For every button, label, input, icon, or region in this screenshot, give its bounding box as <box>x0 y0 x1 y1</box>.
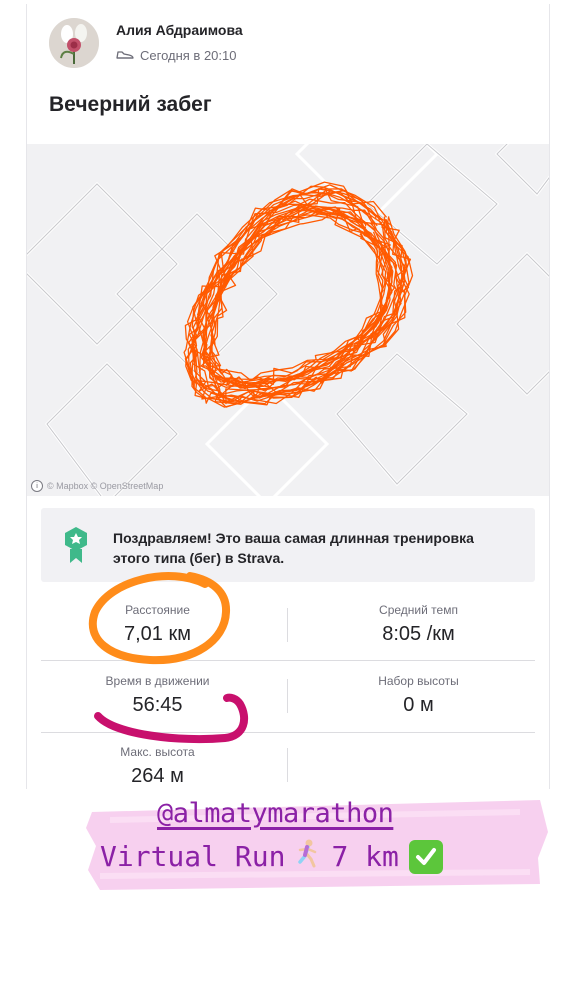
distance-caption: 7 km <box>331 840 399 873</box>
stat-row-divider <box>41 732 535 733</box>
stat-label: Расстояние <box>125 603 190 617</box>
map-background <box>27 144 549 496</box>
route-loop <box>202 209 393 391</box>
stat-value: 56:45 <box>132 694 183 716</box>
stat-label: Время в движении <box>105 674 210 688</box>
activity-timestamp: Сегодня в 20:10 <box>140 48 237 63</box>
route-map[interactable]: i © Mapbox © OpenStreetMap <box>27 144 549 496</box>
check-mark-icon <box>408 839 443 874</box>
running-shoe-icon <box>116 48 134 63</box>
map-attribution[interactable]: i © Mapbox © OpenStreetMap <box>31 480 163 492</box>
stat-value: 7,01 км <box>124 623 191 645</box>
stat-value: 0 м <box>403 694 434 716</box>
achievement-text: Поздравляем! Это ваша самая длинная трен… <box>113 530 474 566</box>
attribution-text: © Mapbox © OpenStreetMap <box>47 481 164 491</box>
author-name[interactable]: Алия Абдраимова <box>116 22 243 38</box>
activity-card: Алия Абдраимова Сегодня в 20:10 Вечерний… <box>26 4 550 789</box>
stat-max-elevation: Макс. высота 264 м <box>27 745 288 788</box>
stat-divider <box>287 608 288 642</box>
stat-label: Набор высоты <box>378 674 459 688</box>
runner-icon <box>295 838 321 875</box>
achievement-banner[interactable]: Поздравляем! Это ваша самая длинная трен… <box>41 508 535 582</box>
stat-moving-time: Время в движении 56:45 <box>27 674 288 717</box>
stat-value: 264 м <box>131 765 184 787</box>
avatar[interactable] <box>49 18 99 68</box>
stat-avg-pace: Средний темп 8:05 /км <box>288 603 549 646</box>
stat-label: Макс. высота <box>120 745 195 759</box>
stat-divider <box>287 748 288 782</box>
info-icon[interactable]: i <box>31 480 43 492</box>
stat-value: 8:05 /км <box>382 623 455 645</box>
handle-caption[interactable]: @almatymarathon <box>157 798 394 829</box>
achievement-medal-icon <box>63 525 89 570</box>
activity-title[interactable]: Вечерний забег <box>49 93 212 117</box>
stat-row-divider <box>41 660 535 661</box>
activity-meta: Сегодня в 20:10 <box>116 48 236 63</box>
activity-header: Алия Абдраимова Сегодня в 20:10 Вечерний… <box>27 4 549 143</box>
stat-label: Средний темп <box>379 603 458 617</box>
stat-divider <box>287 679 288 713</box>
caption-text: Virtual Run <box>100 840 286 873</box>
virtual-run-caption: Virtual Run 7 km <box>100 838 443 875</box>
stat-distance: Расстояние 7,01 км <box>27 603 288 646</box>
flower-avatar-icon <box>49 18 99 68</box>
stat-elevation-gain: Набор высоты 0 м <box>288 674 549 717</box>
stats-panel: Поздравляем! Это ваша самая длинная трен… <box>27 496 549 789</box>
